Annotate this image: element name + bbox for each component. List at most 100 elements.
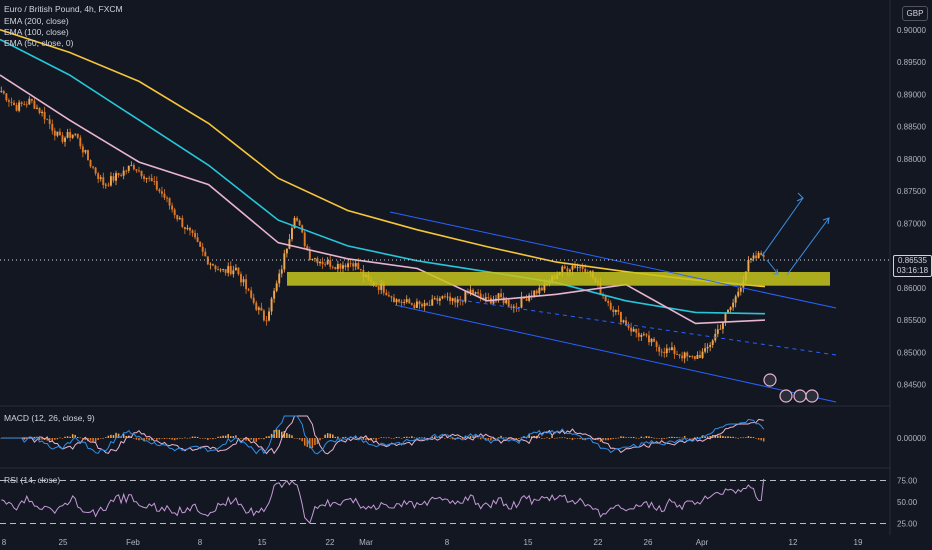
candle-body	[614, 309, 617, 312]
candle-body	[97, 173, 100, 179]
candle-body	[441, 296, 444, 299]
candle-body	[415, 301, 418, 308]
macd-histogram-bar	[655, 438, 658, 439]
macd-histogram-bar	[752, 437, 755, 438]
candle-body	[403, 301, 406, 303]
macd-histogram-bar	[199, 438, 201, 439]
candle-body	[33, 100, 36, 109]
time-tick: 22	[326, 538, 335, 547]
candle-body	[444, 296, 446, 298]
macd-histogram-bar	[576, 438, 579, 439]
macd-histogram-bar	[265, 436, 268, 438]
candle-body	[632, 328, 635, 332]
macd-histogram-bar	[757, 438, 760, 440]
legend-ema100[interactable]: EMA (100, close)	[4, 27, 69, 38]
candle-body	[393, 297, 395, 303]
macd-histogram-bar	[408, 437, 411, 438]
candle-body	[43, 111, 46, 120]
macd-histogram-bar	[541, 438, 543, 439]
candle-body	[719, 328, 722, 330]
macd-histogram-bar	[217, 436, 219, 438]
macd-histogram-bar	[298, 438, 301, 440]
candle-body	[99, 177, 102, 179]
rsi-pane[interactable]	[0, 478, 890, 524]
macd-histogram-bar	[94, 438, 97, 443]
candle-body	[655, 341, 658, 348]
candle-body	[64, 137, 66, 142]
macd-histogram-bar	[413, 437, 416, 439]
rsi-line	[1, 478, 765, 524]
macd-histogram-bar	[762, 438, 765, 442]
candle-body	[515, 306, 518, 308]
currency-badge[interactable]: GBP	[902, 6, 928, 21]
macd-histogram-bar	[79, 437, 82, 439]
candle-body	[352, 263, 355, 267]
macd-histogram-bar	[416, 437, 418, 439]
candle-body	[426, 303, 429, 306]
candle-body	[500, 293, 503, 297]
macd-histogram-bar	[166, 438, 168, 439]
price-pane[interactable]	[0, 29, 890, 403]
macd-histogram-bar	[574, 438, 576, 439]
candle-body	[217, 269, 219, 271]
candle-body	[166, 197, 168, 199]
current-price: 0.86535	[898, 256, 927, 265]
candle-body	[617, 309, 620, 312]
candle-body	[451, 298, 454, 302]
candle-body	[194, 233, 197, 238]
candle-body	[711, 340, 714, 345]
macd-histogram-bar	[660, 438, 663, 440]
candle-body	[222, 269, 225, 270]
macd-histogram-bar	[324, 434, 326, 438]
macd-histogram-bar	[278, 429, 280, 438]
candle-body	[117, 173, 120, 176]
macd-label[interactable]: MACD (12, 26, close, 9)	[4, 413, 95, 423]
macd-histogram-bar	[742, 437, 745, 439]
candle-body	[61, 135, 64, 142]
rsi-label[interactable]: RSI (14, close)	[4, 475, 60, 485]
price-chart[interactable]: 0.90000 0.89500 0.89000 0.88500 0.88000 0.875…	[0, 0, 932, 550]
macd-histogram-bar	[727, 436, 729, 438]
macd-histogram-bar	[604, 438, 607, 441]
price-tick: 0.88500	[897, 123, 926, 132]
macd-histogram-bar	[133, 438, 135, 439]
breakout-arrow	[761, 197, 804, 257]
candle-body	[344, 265, 347, 268]
macd-pane[interactable]	[0, 415, 765, 455]
candle-body	[125, 170, 128, 172]
macd-histogram-bar	[222, 435, 224, 438]
macd-histogram-bar	[344, 436, 347, 438]
candle-body	[25, 104, 28, 106]
legend-ema200[interactable]: EMA (200, close)	[4, 16, 69, 27]
macd-histogram-bar	[650, 437, 653, 438]
macd-histogram-bar	[97, 438, 99, 440]
candle-body	[535, 290, 538, 294]
macd-histogram-bar	[240, 438, 242, 439]
macd-histogram-bar	[640, 436, 643, 438]
candle-body	[66, 132, 69, 138]
candle-body	[148, 177, 151, 179]
candle-body	[0, 91, 3, 92]
candle-body	[227, 266, 230, 273]
macd-histogram-bar	[546, 437, 548, 439]
candle-body	[431, 299, 434, 306]
macd-histogram-bar	[184, 437, 186, 439]
macd-histogram-bar	[479, 438, 482, 440]
candle-body	[349, 263, 352, 265]
macd-histogram-bar	[214, 438, 217, 439]
candle-body	[579, 266, 582, 268]
candle-body	[716, 329, 719, 334]
candle-body	[354, 263, 357, 267]
macd-histogram-bar	[102, 437, 105, 439]
bar-countdown: 03:16:18	[896, 266, 929, 275]
candle-body	[56, 131, 59, 136]
candle-body	[234, 267, 237, 271]
candle-body	[635, 328, 638, 333]
candle-body	[112, 176, 115, 181]
candle-body	[472, 289, 474, 294]
rsi-tick: 50.00	[897, 498, 918, 507]
candle-body	[533, 290, 536, 297]
candle-body	[30, 98, 33, 101]
candle-body	[92, 166, 95, 168]
legend-ema50[interactable]: EMA (50, close, 0)	[4, 38, 73, 49]
